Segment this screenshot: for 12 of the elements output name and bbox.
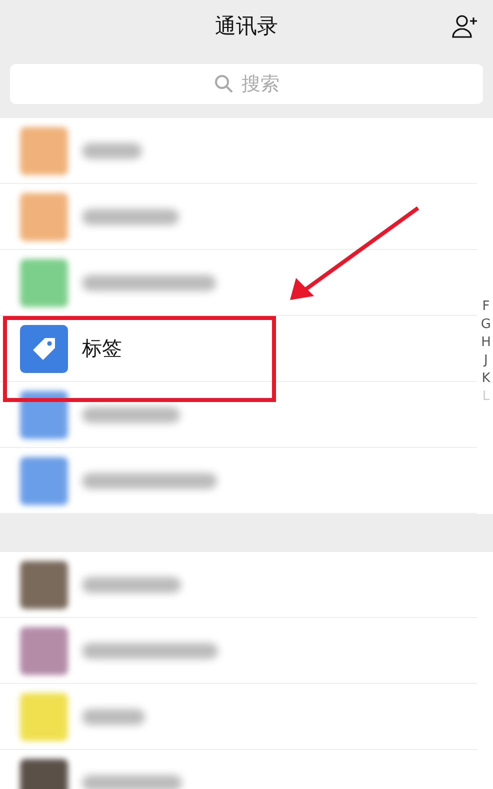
page-title: 通讯录: [215, 13, 278, 40]
index-letter[interactable]: H: [481, 334, 491, 352]
blurred-name: [82, 708, 145, 724]
add-contact-icon[interactable]: [451, 12, 479, 40]
contact-list-item[interactable]: 标签: [0, 316, 477, 382]
index-letter[interactable]: G: [480, 316, 491, 334]
item-label: 标签: [82, 335, 122, 362]
index-letter[interactable]: K: [482, 370, 490, 388]
index-letter[interactable]: J: [484, 352, 488, 370]
index-letter[interactable]: F: [482, 298, 490, 316]
blurred-name: [82, 142, 142, 158]
search-icon: [214, 74, 234, 94]
